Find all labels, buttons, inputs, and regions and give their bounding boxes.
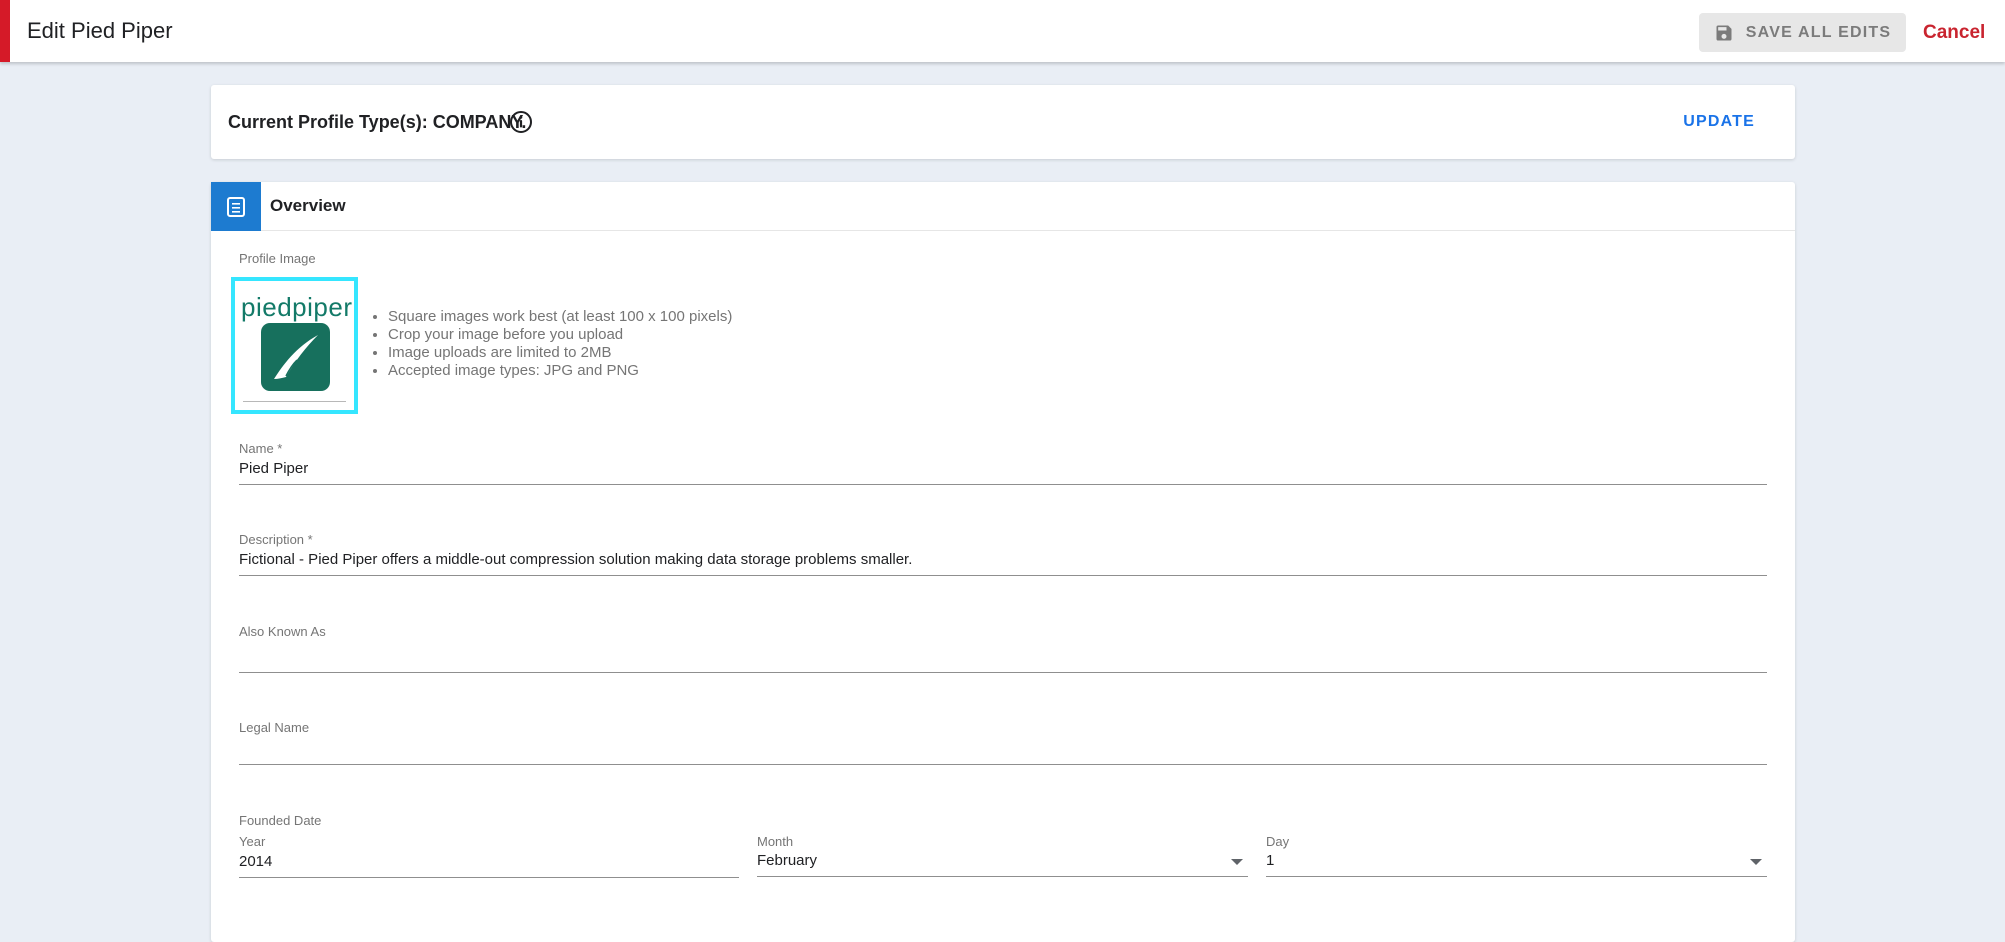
overview-header: Overview — [211, 182, 1795, 231]
month-dropdown-arrow-icon[interactable] — [1231, 859, 1243, 865]
overview-title: Overview — [270, 196, 346, 215]
save-icon — [1716, 25, 1732, 40]
also-known-as-input[interactable] — [239, 643, 1767, 667]
legal-name-label: Legal Name — [239, 720, 310, 735]
document-icon — [227, 196, 245, 217]
description-input[interactable]: Fictional - Pied Piper offers a middle-o… — [239, 551, 912, 568]
legal-name-input[interactable] — [239, 739, 1767, 763]
update-profile-type-button[interactable]: UPDATE — [1683, 113, 1755, 131]
profile-type-text: Current Profile Type(s): COMPANY. — [228, 112, 527, 132]
month-underline — [757, 876, 1248, 877]
year-label: Year — [239, 834, 266, 849]
image-guideline-item: Image uploads are limited to 2MB — [388, 344, 732, 362]
also-known-as-label: Also Known As — [239, 624, 326, 639]
profile-image-uploader[interactable]: piedpiper — [231, 277, 358, 414]
image-guideline-item: Square images work best (at least 100 x … — [388, 308, 732, 326]
month-label: Month — [757, 834, 794, 849]
day-label: Day — [1266, 834, 1290, 849]
month-select[interactable]: February — [757, 852, 817, 869]
pied-piper-logo-icon — [261, 323, 330, 391]
also-known-as-underline — [239, 672, 1767, 673]
save-all-edits-label: SAVE ALL EDITS — [1745, 23, 1892, 41]
cancel-button[interactable]: Cancel — [1923, 22, 1985, 44]
profile-type-card: Current Profile Type(s): COMPANY. UPDATE — [211, 85, 1795, 159]
description-label: Description * — [239, 532, 313, 547]
top-app-bar: Edit Pied Piper SAVE ALL EDITS Cancel — [0, 0, 2005, 62]
name-label: Name * — [239, 441, 283, 456]
day-dropdown-arrow-icon[interactable] — [1750, 859, 1762, 865]
day-select[interactable]: 1 — [1266, 852, 1274, 869]
legal-name-underline — [239, 764, 1767, 765]
year-input[interactable]: 2014 — [239, 853, 272, 870]
name-underline — [239, 484, 1767, 485]
year-underline — [239, 877, 739, 878]
overview-card: Overview Profile Image piedpiper Square … — [211, 182, 1795, 942]
logo-underline — [243, 401, 346, 402]
profile-image-label: Profile Image — [239, 251, 316, 266]
founded-date-label: Founded Date — [239, 813, 322, 828]
day-underline — [1266, 876, 1767, 877]
image-guideline-item: Accepted image types: JPG and PNG — [388, 362, 732, 380]
overview-icon-box — [211, 182, 261, 231]
description-underline — [239, 575, 1767, 576]
page-title: Edit Pied Piper — [27, 18, 173, 43]
name-input[interactable]: Pied Piper — [239, 460, 308, 477]
image-guidelines-list: Square images work best (at least 100 x … — [368, 308, 732, 380]
info-icon[interactable] — [509, 110, 533, 134]
accent-bar — [0, 0, 10, 62]
pied-piper-logo-text: piedpiper — [241, 292, 353, 322]
save-all-edits-button[interactable]: SAVE ALL EDITS — [1699, 13, 1906, 52]
image-guideline-item: Crop your image before you upload — [388, 326, 732, 344]
